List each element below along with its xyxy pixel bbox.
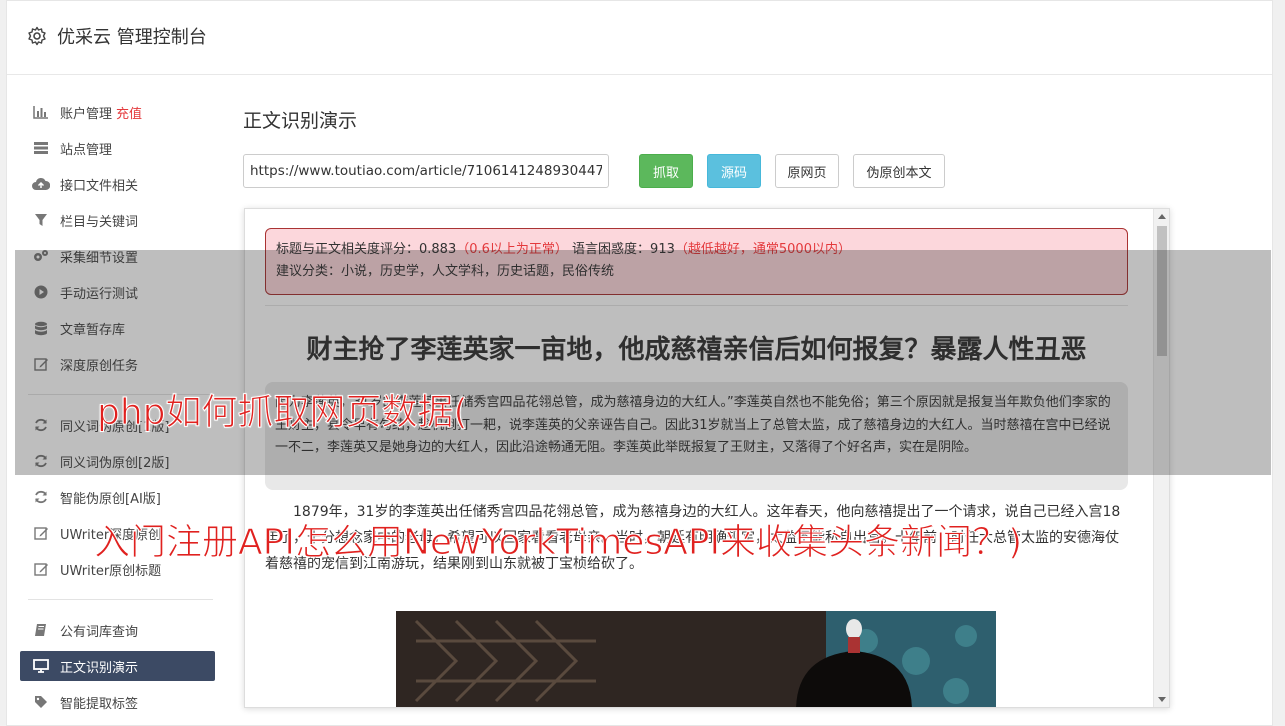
sidebar-item-label: 接口文件相关: [60, 178, 139, 194]
sidebar-item-more[interactable]: [20, 720, 215, 726]
sidebar-item-label: 公有词库查询: [60, 624, 139, 640]
monitor-icon: [32, 657, 50, 675]
cloud-upload-icon: [32, 175, 50, 193]
book-icon: [32, 621, 50, 639]
sidebar-item-smart-tags[interactable]: 智能提取标签: [20, 684, 215, 720]
sidebar-item-label: 正文识别演示: [60, 660, 139, 676]
sidebar-item-label: 智能提取标签: [60, 696, 139, 712]
brand-title: 优采云 管理控制台: [57, 27, 207, 48]
article-photo-illustration: [396, 611, 996, 707]
sidebar-item-ai-rewrite[interactable]: 智能伪原创[AI版]: [20, 479, 215, 515]
sidebar-item-text-recognition[interactable]: 正文识别演示: [20, 651, 215, 681]
sidebar-item-label: 账户管理: [60, 106, 113, 122]
filter-icon: [32, 211, 50, 229]
pseudo-original-button[interactable]: 伪原创本文: [853, 154, 945, 188]
sidebar-item-label: 智能伪原创[AI版]: [60, 491, 161, 507]
scroll-down-arrow-icon[interactable]: [1158, 697, 1166, 702]
scroll-up-arrow-icon[interactable]: [1158, 214, 1166, 219]
source-button[interactable]: 源码: [707, 154, 761, 188]
url-input[interactable]: [243, 154, 609, 188]
edit-icon: [32, 524, 50, 542]
overlay-caption-line-1: php如何抓取网页数据(: [97, 392, 469, 434]
tag-icon: [32, 693, 50, 711]
sidebar-item-account[interactable]: 账户管理 充值: [20, 94, 215, 130]
bar-chart-icon: [32, 103, 50, 121]
original-page-button[interactable]: 原网页: [775, 154, 839, 188]
sidebar-item-columns-keywords[interactable]: 栏目与关键词: [20, 202, 215, 238]
sidebar-item-public-lexicon[interactable]: 公有词库查询: [20, 612, 215, 648]
recharge-badge[interactable]: 充值: [116, 103, 142, 122]
server-icon: [32, 139, 50, 157]
refresh-icon: [32, 488, 50, 506]
sidebar-divider: [28, 599, 213, 600]
top-bar: 优采云 管理控制台: [7, 1, 1272, 75]
brand: 优采云 管理控制台: [27, 23, 207, 49]
sidebar-item-label: 栏目与关键词: [60, 214, 139, 230]
gear-icon: [28, 26, 46, 46]
dim-overlay: [15, 250, 1271, 475]
page-title: 正文识别演示: [243, 110, 358, 132]
sidebar-item-sites[interactable]: 站点管理: [20, 130, 215, 166]
article-image: [396, 611, 996, 707]
sidebar-item-label: 站点管理: [60, 142, 113, 158]
edit-icon: [32, 560, 50, 578]
fetch-button[interactable]: 抓取: [639, 154, 693, 188]
overlay-caption-line-2: 入门注册API怎么用NewYorkTimesAPI来收集头条新闻？): [93, 522, 1023, 564]
sidebar-item-interface-files[interactable]: 接口文件相关: [20, 166, 215, 202]
